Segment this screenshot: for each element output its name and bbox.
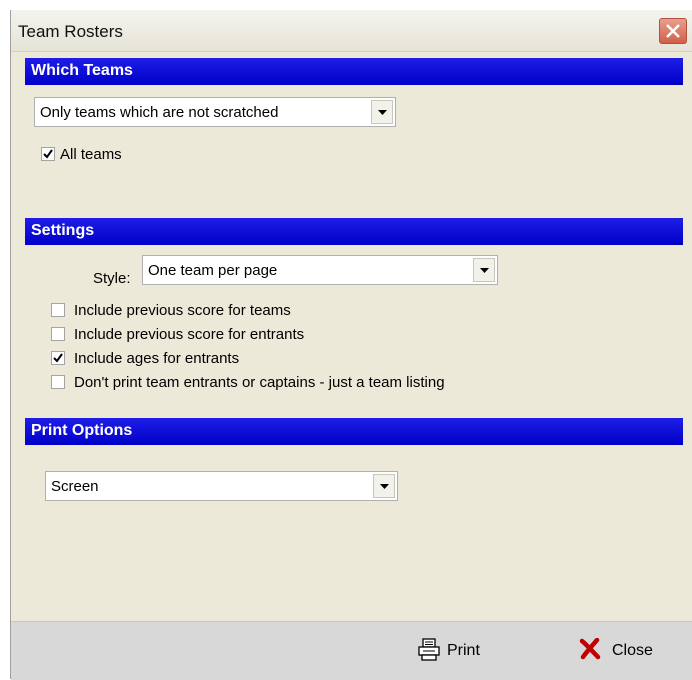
close-button-label: Close xyxy=(612,642,653,659)
all-teams-label: All teams xyxy=(60,146,122,163)
team-filter-dropdown-button[interactable] xyxy=(371,100,393,124)
style-label: Style: xyxy=(93,270,131,287)
print-destination-select[interactable]: Screen xyxy=(45,471,398,501)
print-destination-dropdown-button[interactable] xyxy=(373,474,395,498)
option-team-listing-row[interactable]: Don't print team entrants or captains - … xyxy=(51,374,611,394)
chevron-down-icon xyxy=(380,484,389,489)
checkmark-icon xyxy=(43,149,53,159)
close-x-icon xyxy=(579,637,601,660)
chevron-down-icon xyxy=(378,110,387,115)
all-teams-checkbox-row[interactable]: All teams xyxy=(41,146,241,166)
print-button[interactable]: Print xyxy=(417,638,507,664)
option-prev-score-entrants-row[interactable]: Include previous score for entrants xyxy=(51,326,611,346)
window-close-button[interactable] xyxy=(659,18,687,44)
option-prev-score-teams-row[interactable]: Include previous score for teams xyxy=(51,302,611,322)
option-prev-score-entrants-label: Include previous score for entrants xyxy=(74,326,305,343)
chevron-down-icon xyxy=(480,268,489,273)
print-options-header: Print Options xyxy=(25,418,683,445)
style-dropdown-button[interactable] xyxy=(473,258,495,282)
print-destination-value: Screen xyxy=(51,478,99,495)
close-button[interactable]: Close xyxy=(579,637,674,664)
option-team-listing-checkbox[interactable] xyxy=(51,375,65,389)
printer-icon xyxy=(418,638,440,661)
team-rosters-window: Team Rosters Which Teams Only teams whic… xyxy=(10,10,692,680)
all-teams-checkbox[interactable] xyxy=(41,147,55,161)
style-value: One team per page xyxy=(148,262,278,279)
title-bar[interactable]: Team Rosters xyxy=(11,10,692,52)
style-select[interactable]: One team per page xyxy=(142,255,498,285)
window-title: Team Rosters xyxy=(18,22,123,41)
option-prev-score-teams-checkbox[interactable] xyxy=(51,303,65,317)
option-prev-score-entrants-checkbox[interactable] xyxy=(51,327,65,341)
checkmark-icon xyxy=(53,353,63,363)
team-filter-select[interactable]: Only teams which are not scratched xyxy=(34,97,396,127)
team-filter-value: Only teams which are not scratched xyxy=(40,104,279,121)
close-icon xyxy=(666,24,680,38)
option-ages-entrants-label: Include ages for entrants xyxy=(74,350,240,367)
option-team-listing-label: Don't print team entrants or captains - … xyxy=(74,374,445,391)
option-ages-entrants-row[interactable]: Include ages for entrants xyxy=(51,350,611,370)
option-prev-score-teams-label: Include previous score for teams xyxy=(74,302,291,319)
which-teams-header: Which Teams xyxy=(25,58,683,85)
settings-header: Settings xyxy=(25,218,683,245)
print-button-label: Print xyxy=(447,642,480,659)
option-ages-entrants-checkbox[interactable] xyxy=(51,351,65,365)
